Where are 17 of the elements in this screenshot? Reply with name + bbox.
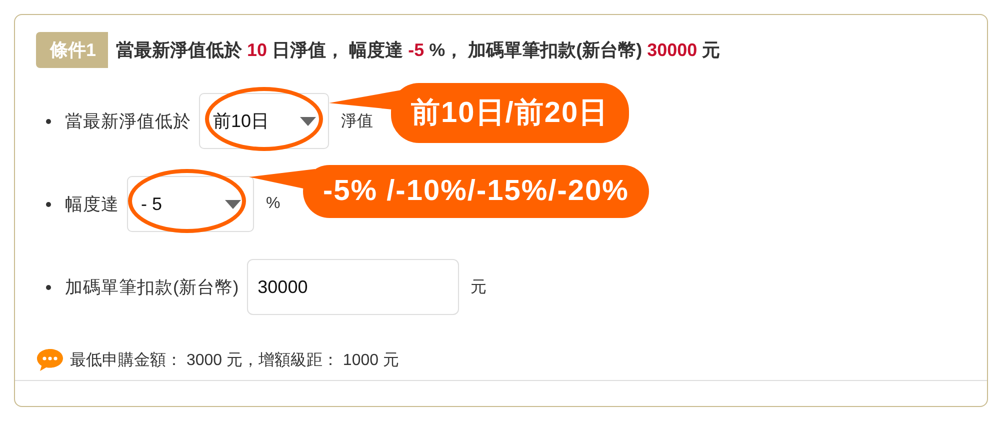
note-text: 最低申購金額： 3000 元，增額級距： 1000 元	[70, 350, 399, 370]
caret-icon	[225, 200, 241, 208]
chat-bubble-icon	[36, 348, 64, 372]
unit-label: 元	[470, 278, 487, 298]
field-label: 幅度達	[65, 193, 119, 216]
caret-icon	[300, 116, 316, 126]
dropdown[interactable]: 前10日	[199, 93, 329, 149]
dropdown[interactable]: - 5	[127, 176, 254, 232]
field-label: 加碼單筆扣款(新台幣)	[65, 276, 239, 299]
unit-label: 淨值	[341, 112, 373, 132]
condition-badge: 條件1	[36, 32, 108, 68]
condition-heading: 當最新淨值低於 10 日淨值， 幅度達 -5 %， 加碼單筆扣款(新台幣) 30000 元	[116, 39, 720, 62]
unit-label: %	[266, 195, 280, 213]
amount-input[interactable]: 30000	[246, 259, 459, 315]
callout-bubble: -5% /-10%/-15%/-20%	[303, 165, 649, 218]
field-label: 當最新淨值低於	[65, 110, 191, 133]
callout-bubble: 前10日/前20日	[391, 83, 629, 143]
